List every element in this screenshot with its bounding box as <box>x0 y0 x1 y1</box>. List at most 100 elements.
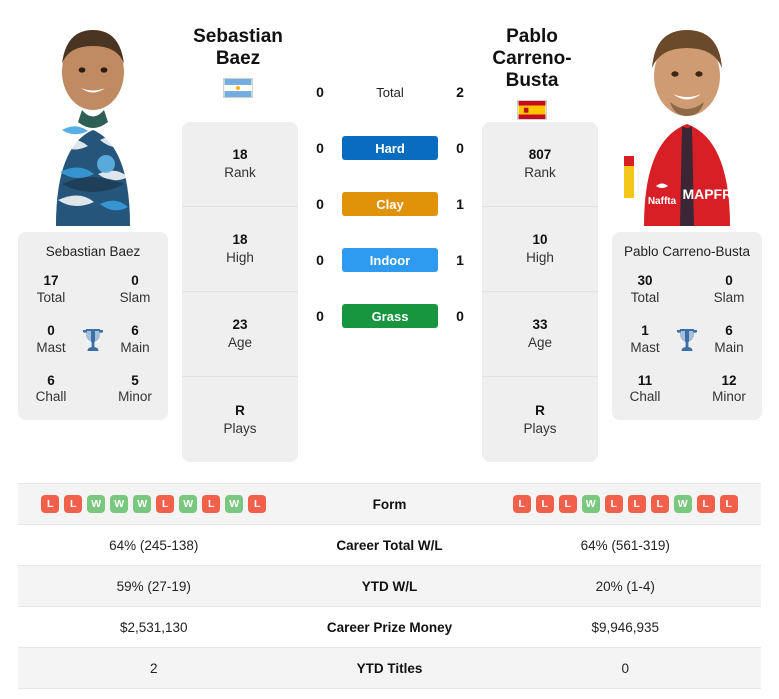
form-badge-l[interactable]: L <box>604 495 623 513</box>
right-titles-slam-label: Slam <box>713 289 745 305</box>
stat-row-label: Career Prize Money <box>326 619 453 635</box>
surface-badge-clay[interactable]: Clay <box>342 192 438 216</box>
form-badge-l[interactable]: L <box>156 495 175 513</box>
surface-badge-grass[interactable]: Grass <box>342 304 438 328</box>
h2h-right-score: 0 <box>456 140 464 156</box>
form-badge-w[interactable]: W <box>110 495 129 513</box>
h2h-right-score: 1 <box>456 196 464 212</box>
left-titles-main: 6 Main <box>110 323 160 357</box>
stat-row-label: YTD W/L <box>361 578 418 594</box>
h2h-row-total: 0 Total 2 <box>298 64 482 120</box>
right-age-label: Age <box>527 335 553 350</box>
trophy-icon <box>677 328 697 351</box>
comparison-header: Sebastian Baez 17 Total 0 Slam 0 Mast 6 … <box>0 0 779 462</box>
left-age-cell: 23 Age <box>182 292 298 377</box>
form-badge-l[interactable]: L <box>719 495 738 513</box>
left-titles-mast-value: 0 <box>47 322 55 338</box>
h2h-left-score: 0 <box>316 84 324 100</box>
surface-badge-indoor[interactable]: Indoor <box>342 248 438 272</box>
right-titles-card: Pablo Carreno-Busta 30 Total 0 Slam 1 Ma… <box>612 232 762 421</box>
right-stat-value: 20% (1-4) <box>595 578 655 594</box>
form-badge-w[interactable]: W <box>179 495 198 513</box>
surface-badge-hard[interactable]: Hard <box>342 136 438 160</box>
form-badge-w[interactable]: W <box>673 495 692 513</box>
left-age-value: 23 <box>232 317 248 333</box>
form-badge-w[interactable]: W <box>133 495 152 513</box>
right-trophy-cell <box>670 327 704 353</box>
left-titles-card: Sebastian Baez 17 Total 0 Slam 0 Mast 6 … <box>18 232 168 421</box>
right-plays-value: R <box>535 402 545 418</box>
left-titles-slam-value: 0 <box>131 273 139 288</box>
right-titles-total-value: 30 <box>637 273 653 288</box>
form-badge-l[interactable]: L <box>64 495 83 513</box>
h2h-total-label: Total <box>376 84 404 100</box>
left-plays-value: R <box>235 402 245 418</box>
right-titles-minor-label: Minor <box>712 389 746 405</box>
table-row: L L W W W L W L W L Form L L L W L L L W L L <box>18 484 761 525</box>
left-player-column: Sebastian Baez 17 Total 0 Slam 0 Mast 6 … <box>18 14 168 421</box>
form-badge-l[interactable]: L <box>202 495 221 513</box>
form-badge-w[interactable]: W <box>225 495 244 513</box>
right-titles-chall-label: Chall <box>629 389 661 405</box>
form-badge-l[interactable]: L <box>627 495 646 513</box>
right-stat-value: $9,946,935 <box>591 619 660 635</box>
right-titles-chall-value: 11 <box>637 372 653 388</box>
stat-row-label: YTD Titles <box>356 660 423 676</box>
right-titles-slam: 0 Slam <box>704 273 754 307</box>
left-rank-value: 18 <box>232 147 248 163</box>
left-titles-chall-value: 6 <box>47 372 55 388</box>
h2h-right-score: 1 <box>456 252 464 268</box>
h2h-left-score: 0 <box>316 196 324 212</box>
left-titles-main-value: 6 <box>131 322 139 338</box>
left-age-label: Age <box>227 335 253 350</box>
h2h-row-hard: 0 Hard 0 <box>298 120 482 176</box>
right-plays-cell: R Plays <box>482 377 598 462</box>
right-rank-label: Rank <box>524 165 556 180</box>
table-row: $2,531,130 Career Prize Money $9,946,935 <box>18 607 761 648</box>
table-row: 2 YTD Titles 0 <box>18 648 761 689</box>
h2h-row-grass: 0 Grass 0 <box>298 288 482 344</box>
h2h-row-indoor: 0 Indoor 1 <box>298 232 482 288</box>
svg-text:MAPFRE: MAPFRE <box>682 186 741 202</box>
right-stat-value: 0 <box>621 660 629 676</box>
right-player-photo: MAPFRE Naffta <box>612 14 762 226</box>
form-badge-l[interactable]: L <box>512 495 531 513</box>
right-stat-value: LLLWLLLWLL <box>490 495 762 513</box>
table-row: 64% (245-138) Career Total W/L 64% (561-31… <box>18 525 761 566</box>
right-titles-mast-value: 1 <box>641 322 649 338</box>
form-badge-l[interactable]: L <box>535 495 554 513</box>
table-row: 59% (27-19) YTD W/L 20% (1-4) <box>18 566 761 607</box>
left-rank-label: Rank <box>224 165 256 180</box>
left-titles-chall: 6 Chall <box>26 373 76 407</box>
h2h-left-score: 0 <box>316 308 324 324</box>
form-badge-w[interactable]: W <box>581 495 600 513</box>
left-titles-total: 17 Total <box>26 273 76 307</box>
right-titles-chall: 11 Chall <box>620 373 670 407</box>
left-stat-value: 2 <box>149 660 158 676</box>
form-badge-w[interactable]: W <box>87 495 106 513</box>
right-titles-main: 6 Main <box>704 323 754 357</box>
right-titles-main-label: Main <box>714 339 744 355</box>
left-titles-minor-label: Minor <box>118 389 152 405</box>
form-badge-l[interactable]: L <box>650 495 669 513</box>
form-badge-l[interactable]: L <box>558 495 577 513</box>
head-to-head-panel: 0 Total 2 0 Hard 0 0 Clay 1 0 Indoor 1 0 Grass 0 <box>298 14 482 344</box>
right-titles-mast: 1 Mast <box>620 323 670 357</box>
form-badge-l[interactable]: L <box>696 495 715 513</box>
right-titles-minor-value: 12 <box>721 372 737 388</box>
trophy-icon <box>83 328 103 351</box>
h2h-left-score: 0 <box>316 252 324 268</box>
right-titles-total: 30 Total <box>620 273 670 307</box>
right-titles-minor: 12 Minor <box>704 373 754 407</box>
right-stat-value-badges: LLLWLLLWLL <box>490 495 762 513</box>
left-high-label: High <box>226 250 254 265</box>
left-titles-chall-label: Chall <box>35 389 67 405</box>
form-badge-l[interactable]: L <box>248 495 267 513</box>
h2h-right-score: 2 <box>456 84 464 100</box>
right-titles-player-name: Pablo Carreno-Busta <box>623 244 751 259</box>
form-badge-l[interactable]: L <box>41 495 60 513</box>
left-stat-value: 59% (27-19) <box>116 578 191 594</box>
stat-row-label: Career Total W/L <box>336 537 443 553</box>
left-high-cell: 18 High <box>182 207 298 292</box>
left-rank-cell: 18 Rank <box>182 122 298 207</box>
